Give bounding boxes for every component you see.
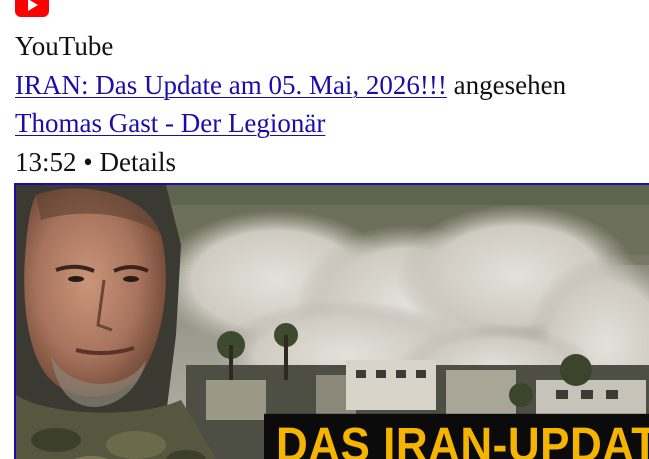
video-duration: 13:52 (15, 147, 77, 177)
channel-link[interactable]: Thomas Gast - Der Legionär (15, 108, 325, 138)
video-title-link[interactable]: IRAN: Das Update am 05. Mai, 2026!!! (15, 70, 447, 100)
activity-action: angesehen (453, 70, 567, 100)
source-name: YouTube (15, 31, 114, 61)
details-link[interactable]: Details (99, 147, 175, 177)
channel-line: Thomas Gast - Der Legionär (15, 107, 325, 139)
video-thumbnail[interactable]: DAS IRAN-UPDATE (14, 183, 649, 459)
meta-separator: • (83, 147, 93, 177)
activity-line: IRAN: Das Update am 05. Mai, 2026!!! ang… (15, 69, 566, 101)
thumbnail-overlay-title: DAS IRAN-UPDATE (264, 413, 649, 459)
youtube-logo-icon (15, 0, 49, 17)
play-triangle-icon (28, 0, 38, 11)
meta-line: 13:52 • Details (15, 146, 176, 178)
